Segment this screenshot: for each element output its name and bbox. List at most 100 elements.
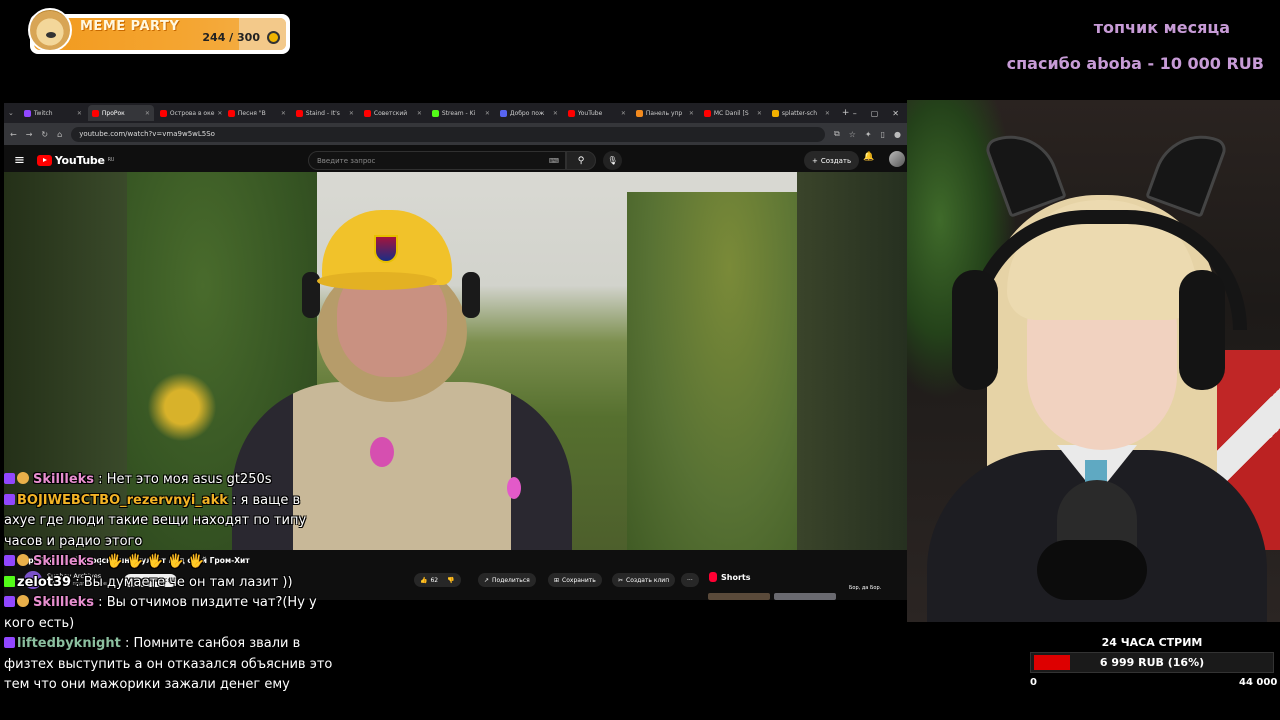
browser-tab[interactable]: Песня "В ✕ [224,105,290,121]
browser-tab[interactable]: splatter-sch ✕ [768,105,834,121]
browser-tab[interactable]: YouTube ✕ [564,105,630,121]
top-donor-thanks: спасибо aboba - 10 000 RUB [1006,54,1264,73]
url-field[interactable]: youtube.com/watch?v=vma9w5wL5So [71,126,826,142]
search-placeholder: Введите запрос [317,156,376,165]
create-label: Создать [820,156,852,165]
keyboard-icon[interactable]: ⌨ [549,157,559,165]
chat-separator: : [120,636,134,651]
shorts-header: Shorts [709,572,750,582]
close-tab-icon[interactable]: ✕ [485,110,490,117]
create-button[interactable]: + Создать [804,151,860,170]
meme-party-count: 244 / 300 [202,31,260,44]
menu-icon[interactable]: ≡ [14,153,25,168]
close-tab-icon[interactable]: ✕ [145,110,150,117]
minimize-icon[interactable]: – [853,109,857,118]
close-window-icon[interactable]: ✕ [892,109,899,118]
browser-tab[interactable]: Staind - It's ✕ [292,105,358,121]
reload-icon[interactable]: ↻ [41,130,48,139]
bookmark-star-icon[interactable]: ☆ [849,130,856,139]
install-icon[interactable]: ⧉ [834,129,840,139]
share-label: Поделиться [492,576,530,584]
shorts-label: Shorts [721,572,751,582]
close-tab-icon[interactable]: ✕ [825,110,830,117]
browser-tab[interactable]: ПроРок ✕ [87,105,154,121]
kick-badge-icon [4,575,15,587]
youtube-logo[interactable]: YouTube RU [36,153,115,167]
doge-icon [28,8,72,52]
home-icon[interactable]: ⌂ [57,130,62,139]
webcam-feed [907,100,1280,622]
microphone-icon: 🎙 [607,156,618,165]
goal-max: 44 000 [1239,677,1278,688]
short-thumbnail[interactable] [708,593,770,600]
close-tab-icon[interactable]: ✕ [553,110,558,117]
tab-favicon-icon [295,109,303,117]
browser-tab[interactable]: Панель упр ✕ [632,105,698,121]
browser-tab[interactable]: Добро пож ✕ [496,105,562,121]
share-button[interactable]: ↗ Поделиться [478,573,536,587]
like-count: 62 [430,576,439,584]
subscriber-badge-icon [4,637,15,648]
voice-search-button[interactable]: 🎙 [603,151,622,170]
top-donor-label: топчик месяца [1093,18,1230,37]
short-thumbnail[interactable] [774,593,836,600]
tab-label: YouTube [577,109,603,117]
browser-tab[interactable]: Советский ✕ [360,105,426,121]
tab-label: ПроРок [101,109,125,117]
save-button[interactable]: ⊞ Сохранить [548,573,602,587]
chat-message: BOJIWEBCTBO_rezervnyi_akk : я ваще в аху… [4,491,334,553]
browser-tab[interactable]: Stream - Ki ✕ [428,105,494,121]
back-icon[interactable]: ← [10,130,17,139]
extensions-icon[interactable]: ✦ [865,130,872,139]
tab-label: Добро пож [509,109,545,117]
notifications-bell-icon[interactable]: 🔔 [863,152,874,162]
browser-tab[interactable]: MC Danil [S ✕ [700,105,766,121]
tab-favicon-icon [23,109,31,117]
close-tab-icon[interactable]: ✕ [689,110,694,117]
search-input[interactable]: Введите запрос ⌨ [308,151,566,170]
clip-label: Создать клип [626,576,670,584]
chat-username: Skillleks [33,554,95,569]
close-tab-icon[interactable]: ✕ [281,110,286,117]
tab-search-icon[interactable]: ⌄ [8,109,14,117]
close-tab-icon[interactable]: ✕ [217,110,221,117]
tab-favicon-icon [159,109,167,117]
close-tab-icon[interactable]: ✕ [417,110,422,117]
clip-button[interactable]: ✂ Создать клип [612,573,676,587]
tab-favicon-icon [567,109,575,117]
profile-icon[interactable]: ● [894,130,901,139]
close-tab-icon[interactable]: ✕ [621,110,626,117]
address-bar: ← → ↻ ⌂ youtube.com/watch?v=vma9w5wL5So … [4,123,907,145]
sidebar-icon[interactable]: ▯ [881,130,885,139]
youtube-logo-text: YouTube [54,153,105,167]
coin-icon [267,31,280,44]
close-tab-icon[interactable]: ✕ [77,110,82,117]
close-tab-icon[interactable]: ✕ [757,110,762,117]
chat-message: Skillleks : Нет это моя asus gt250s [4,470,334,491]
goal-min: 0 [1030,677,1037,688]
thumbs-up-icon: 👍 [420,576,428,584]
tab-label: Острова в оке [169,109,215,117]
chat-message: liftedbyknight : Помните санбоя звали в … [4,634,334,696]
forward-icon[interactable]: → [26,130,33,139]
browser-tab[interactable]: Острова в оке ✕ [156,105,222,121]
thumbs-down-icon[interactable]: 👎 [447,577,454,584]
tab-favicon-icon [635,109,643,117]
account-avatar[interactable] [889,151,905,167]
chat-text: Нет это моя asus gt250s [106,472,272,487]
tab-label: Панель упр [645,109,683,117]
new-tab-button[interactable]: + [842,108,850,118]
close-tab-icon[interactable]: ✕ [349,110,354,117]
chat-overlay: Skillleks : Нет это моя asus gt250s BOJIW… [4,470,334,696]
url-text: youtube.com/watch?v=vma9w5wL5So [79,130,215,138]
maximize-icon[interactable]: ▢ [871,109,879,118]
save-icon: ⊞ [554,576,560,584]
subscriber-badge-icon [4,555,15,566]
region-code: RU [107,157,115,163]
emote-badge-icon [17,595,29,607]
search-button[interactable]: ⚲ [566,151,596,170]
more-actions-button[interactable]: ··· [681,573,699,587]
emote-badge-icon [17,554,29,566]
like-button[interactable]: 👍 62 👎 [414,573,461,587]
browser-tab[interactable]: Twitch ✕ [20,105,86,121]
